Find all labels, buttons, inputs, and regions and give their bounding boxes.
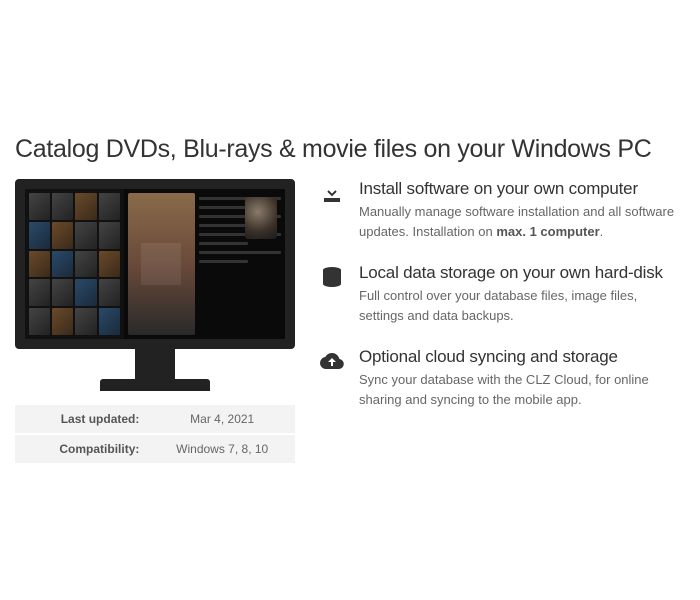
feature-title: Install software on your own computer — [359, 179, 680, 199]
monitor-base — [100, 379, 210, 391]
feature-cloud: Optional cloud syncing and storage Sync … — [320, 347, 680, 409]
download-icon — [320, 181, 344, 205]
last-updated-value: Mar 4, 2021 — [149, 405, 295, 433]
feature-title: Local data storage on your own hard-disk — [359, 263, 680, 283]
compatibility-value: Windows 7, 8, 10 — [149, 435, 295, 463]
compatibility-row: Compatibility: Windows 7, 8, 10 — [15, 435, 295, 463]
database-icon — [320, 265, 344, 289]
info-table: Last updated: Mar 4, 2021 Compatibility:… — [15, 403, 295, 465]
feature-install: Install software on your own computer Ma… — [320, 179, 680, 241]
features-column: Install software on your own computer Ma… — [320, 179, 680, 465]
thumbnail-grid — [25, 189, 124, 339]
monitor-screen — [15, 179, 295, 349]
page-heading: Catalog DVDs, Blu-rays & movie files on … — [15, 135, 680, 164]
feature-desc: Full control over your database files, i… — [359, 286, 680, 325]
actor-portrait — [245, 197, 277, 239]
compatibility-label: Compatibility: — [15, 435, 149, 463]
monitor-stand — [135, 349, 175, 379]
left-column: Last updated: Mar 4, 2021 Compatibility:… — [15, 179, 295, 465]
last-updated-row: Last updated: Mar 4, 2021 — [15, 405, 295, 433]
feature-desc: Sync your database with the CLZ Cloud, f… — [359, 370, 680, 409]
movie-poster — [128, 193, 195, 335]
last-updated-label: Last updated: — [15, 405, 149, 433]
feature-desc: Manually manage software installation an… — [359, 202, 680, 241]
feature-title: Optional cloud syncing and storage — [359, 347, 680, 367]
cloud-upload-icon — [320, 349, 344, 373]
content-row: Last updated: Mar 4, 2021 Compatibility:… — [15, 179, 680, 465]
product-screenshot — [15, 179, 295, 391]
feature-storage: Local data storage on your own hard-disk… — [320, 263, 680, 325]
